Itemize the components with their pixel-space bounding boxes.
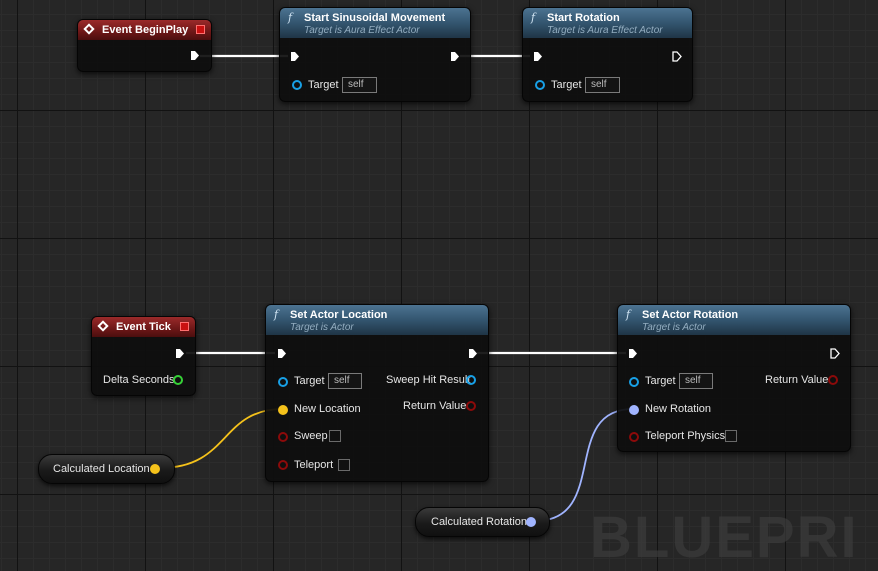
calculated-rotation-variable-node[interactable]: Calculated Rotation xyxy=(415,507,550,537)
target-pin[interactable] xyxy=(535,80,545,90)
return-value-pin[interactable] xyxy=(828,375,838,385)
node-header: f Start Sinusoidal Movement Target is Au… xyxy=(280,8,470,38)
watermark-text: BLUEPRI xyxy=(590,505,859,570)
exec-out-pin[interactable] xyxy=(450,51,460,62)
event-icon xyxy=(83,23,95,35)
sweep-label: Sweep xyxy=(294,430,328,442)
return-value-pin[interactable] xyxy=(466,401,476,411)
function-icon: f xyxy=(626,308,631,321)
node-title: Start Sinusoidal Movement xyxy=(304,12,446,24)
node-title: Set Actor Location xyxy=(290,309,388,321)
target-label: Target xyxy=(645,375,676,387)
teleport-physics-label: Teleport Physics xyxy=(645,430,726,442)
teleport-physics-pin[interactable] xyxy=(629,432,639,442)
teleport-label: Teleport xyxy=(294,459,334,471)
node-title: Set Actor Rotation xyxy=(642,309,739,321)
new-rotation-label: New Rotation xyxy=(645,403,712,415)
start-rotation-node[interactable]: f Start Rotation Target is Aura Effect A… xyxy=(522,7,693,102)
target-self-field[interactable]: self xyxy=(342,77,377,93)
node-subtitle: Target is Aura Effect Actor xyxy=(304,25,420,36)
exec-out-pin[interactable] xyxy=(175,348,185,359)
calculated-location-variable-node[interactable]: Calculated Location xyxy=(38,454,175,484)
start-sinusoidal-movement-node[interactable]: f Start Sinusoidal Movement Target is Au… xyxy=(279,7,471,102)
calculated-location-pin[interactable] xyxy=(150,464,160,474)
node-header: f Set Actor Rotation Target is Actor xyxy=(618,305,850,335)
target-pin[interactable] xyxy=(629,377,639,387)
node-title: Event Tick xyxy=(116,321,171,333)
sweep-pin[interactable] xyxy=(278,432,288,442)
node-subtitle: Target is Actor xyxy=(290,322,354,333)
target-self-field[interactable]: self xyxy=(328,373,362,389)
target-self-field[interactable]: self xyxy=(585,77,620,93)
node-header: Event Tick xyxy=(92,317,195,337)
sweep-hit-result-label: Sweep Hit Result xyxy=(386,374,471,386)
teleport-physics-checkbox[interactable] xyxy=(725,430,737,442)
exec-in-pin[interactable] xyxy=(533,51,543,62)
set-actor-location-node[interactable]: f Set Actor Location Target is Actor Tar… xyxy=(265,304,489,482)
event-beginplay-node[interactable]: Event BeginPlay xyxy=(77,19,212,72)
delta-seconds-label: Delta Seconds xyxy=(103,374,175,386)
return-value-label: Return Value xyxy=(765,374,829,386)
target-label: Target xyxy=(308,79,339,91)
node-subtitle: Target is Actor xyxy=(642,322,706,333)
node-title: Event BeginPlay xyxy=(102,24,189,36)
exec-out-pin[interactable] xyxy=(468,348,478,359)
target-label: Target xyxy=(294,375,325,387)
function-icon: f xyxy=(531,11,536,24)
target-pin[interactable] xyxy=(278,377,288,387)
exec-out-pin[interactable] xyxy=(190,50,200,61)
teleport-pin[interactable] xyxy=(278,460,288,470)
function-icon: f xyxy=(288,11,293,24)
calculated-rotation-pin[interactable] xyxy=(526,517,536,527)
set-actor-rotation-node[interactable]: f Set Actor Rotation Target is Actor Tar… xyxy=(617,304,851,452)
delta-seconds-pin[interactable] xyxy=(173,375,183,385)
exec-out-pin[interactable] xyxy=(830,348,840,359)
sweep-hit-result-pin[interactable] xyxy=(466,375,476,385)
exec-out-pin[interactable] xyxy=(672,51,682,62)
event-icon xyxy=(97,320,109,332)
event-tick-node[interactable]: Event Tick Delta Seconds xyxy=(91,316,196,396)
exec-in-pin[interactable] xyxy=(290,51,300,62)
variable-label: Calculated Rotation xyxy=(431,516,528,528)
exec-in-pin[interactable] xyxy=(277,348,287,359)
target-pin[interactable] xyxy=(292,80,302,90)
new-location-pin[interactable] xyxy=(278,405,288,415)
delegate-pin-icon[interactable] xyxy=(196,25,205,34)
delegate-pin-icon[interactable] xyxy=(180,322,189,331)
node-title: Start Rotation xyxy=(547,12,620,24)
exec-in-pin[interactable] xyxy=(628,348,638,359)
function-icon: f xyxy=(274,308,279,321)
new-rotation-pin[interactable] xyxy=(629,405,639,415)
sweep-checkbox[interactable] xyxy=(329,430,341,442)
return-value-label: Return Value xyxy=(403,400,467,412)
node-header: f Start Rotation Target is Aura Effect A… xyxy=(523,8,692,38)
target-label: Target xyxy=(551,79,582,91)
teleport-checkbox[interactable] xyxy=(338,459,350,471)
node-subtitle: Target is Aura Effect Actor xyxy=(547,25,663,36)
node-header: f Set Actor Location Target is Actor xyxy=(266,305,488,335)
node-header: Event BeginPlay xyxy=(78,20,211,40)
new-location-label: New Location xyxy=(294,403,361,415)
variable-label: Calculated Location xyxy=(53,463,150,475)
target-self-field[interactable]: self xyxy=(679,373,713,389)
